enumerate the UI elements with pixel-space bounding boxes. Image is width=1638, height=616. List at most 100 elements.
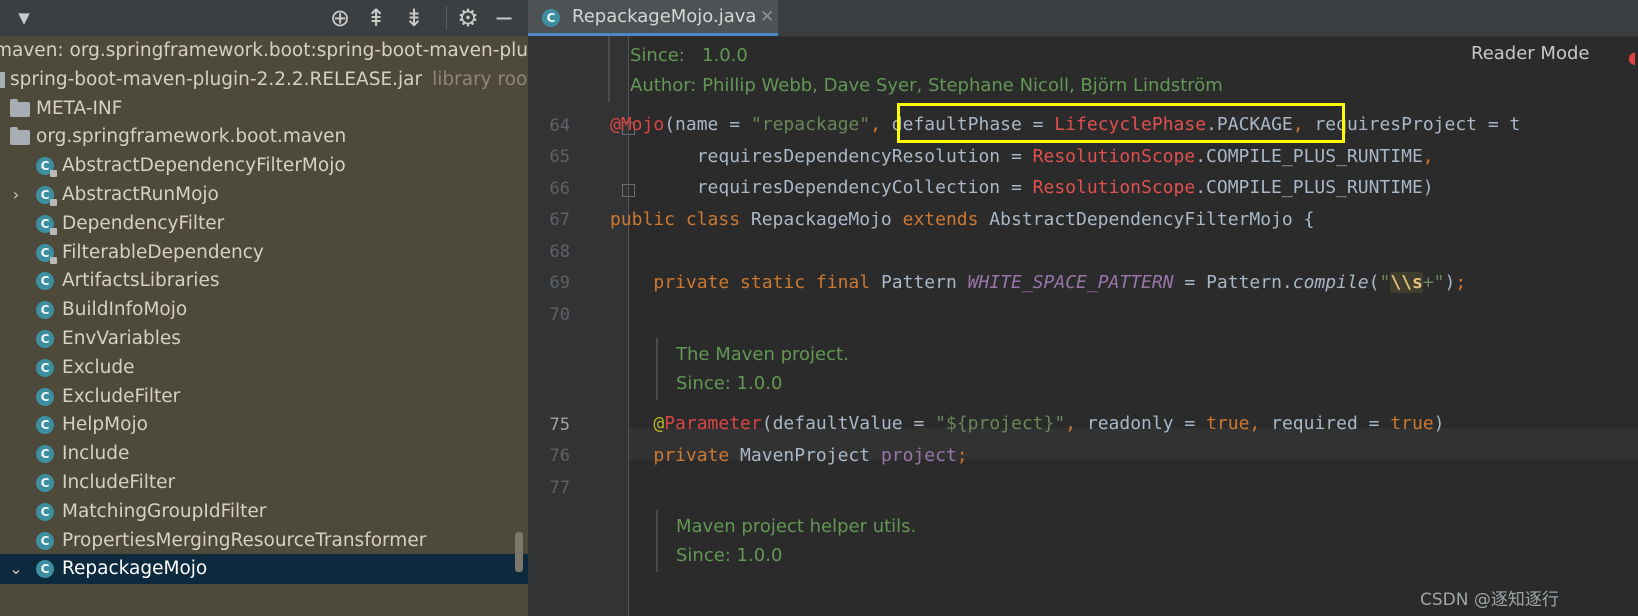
code-line-65: requiresDependencyResolution = Resolutio… [610, 146, 1434, 167]
tree-item-label: FilterableDependency [62, 238, 264, 268]
tree-item[interactable]: C AbstractDependencyFilterMojo [0, 151, 528, 181]
line-number: 64 [549, 116, 570, 136]
tree-item-label: META-INF [36, 94, 122, 124]
tree-item[interactable]: C Include [0, 439, 528, 469]
tree-item[interactable]: C IncludeFilter [0, 468, 528, 498]
tree-item-label: HelpMojo [62, 410, 148, 440]
tree-item[interactable]: › C AbstractRunMojo [0, 180, 528, 210]
line-number: 75 [549, 415, 570, 435]
tree-item-text: ArtifactsLibraries [62, 270, 220, 292]
tree-item[interactable]: C FilterableDependency [0, 238, 528, 268]
tree-item-text: META-INF [36, 97, 123, 119]
tree-item[interactable]: C HelpMojo [0, 410, 528, 440]
dropdown-icon[interactable]: ▼ [10, 4, 38, 32]
tree-item[interactable]: C Exclude [0, 353, 528, 383]
class-icon: C [36, 272, 54, 291]
doc-since: Since: 1.0.0 [630, 45, 748, 66]
tree-item-label: Exclude [62, 353, 134, 383]
toolbar-divider [446, 6, 447, 30]
tree-item-label: BuildInfoMojo [62, 295, 187, 325]
collapse-all-icon[interactable]: ⇟ [400, 4, 428, 32]
tree-item[interactable]: C ArtifactsLibraries [0, 266, 528, 296]
reader-mode-button[interactable]: Reader Mode [1471, 43, 1589, 64]
editor-panel: C RepackageMojo.java ✕ 64 65 66 67 68 69… [528, 0, 1638, 616]
doc-author: Author: Phillip Webb, Dave Syer, Stephan… [630, 75, 1223, 96]
class-icon: C [36, 157, 57, 178]
tree-item[interactable]: META-INF [0, 94, 528, 124]
class-icon: C [36, 301, 54, 320]
line-number: 68 [549, 242, 570, 262]
tree-item-text: BuildInfoMojo [62, 299, 188, 321]
doc-bar [656, 510, 658, 572]
lock-icon [50, 170, 57, 178]
tree-item[interactable]: maven: org.springframework.boot:spring-b… [0, 36, 528, 66]
code-line-66: requiresDependencyCollection = Resolutio… [610, 177, 1434, 198]
line-number: 70 [549, 305, 570, 325]
doc-text: The Maven project. [676, 344, 849, 365]
tree-item-text: PropertiesMergingResourceTransformer [62, 529, 427, 551]
minimize-icon[interactable]: − [490, 4, 518, 32]
tree-item-text: MatchingGroupIdFilter [62, 500, 267, 522]
class-icon: C [36, 387, 54, 406]
tree-item-label: ArtifactsLibraries [62, 266, 219, 296]
close-icon[interactable]: ✕ [760, 0, 774, 34]
tree-item-suffix: library root [432, 68, 528, 90]
tree-item-label: spring-boot-maven-plugin-2.2.2.RELEASE.j… [10, 65, 528, 95]
tree-item-text: DependencyFilter [62, 212, 225, 234]
tree-item-text: Include [62, 443, 130, 465]
line-number: 67 [549, 210, 570, 230]
class-icon: C [36, 186, 57, 206]
tree-item-label: org.springframework.boot.maven [36, 122, 346, 152]
tree-item-text: HelpMojo [62, 414, 148, 436]
tree-item[interactable]: C PropertiesMergingResourceTransformer [0, 526, 528, 556]
tree-item-label: RepackageMojo [62, 554, 207, 584]
tab-label: RepackageMojo.java [572, 6, 757, 27]
locate-icon[interactable]: ⊕ [326, 4, 354, 32]
class-icon: C [36, 416, 54, 435]
tree-item[interactable]: C BuildInfoMojo [0, 295, 528, 325]
class-icon: C [36, 330, 54, 348]
class-icon: C [542, 9, 560, 27]
tree-item-text: IncludeFilter [62, 472, 176, 493]
class-icon: C [36, 243, 57, 264]
project-panel: ▼ ⊕ ⇞ ⇟ ⚙ − maven: org.springframework.b… [0, 0, 528, 616]
error-indicator-icon[interactable]: ◖ [1628, 48, 1636, 67]
doc-text: Maven project helper utils. [676, 516, 917, 537]
tree-item-text: AbstractRunMojo [62, 184, 219, 205]
tree-item[interactable]: ⌄ C RepackageMojo [0, 554, 528, 585]
tree-item[interactable]: C ExcludeFilter [0, 382, 528, 412]
tree-scrollbar[interactable] [515, 532, 523, 572]
tree-item[interactable]: org.springframework.boot.maven [0, 122, 528, 152]
code-line-69: private static final Pattern WHITE_SPACE… [653, 272, 1467, 293]
class-icon: C [36, 358, 54, 377]
tree-item-label: AbstractRunMojo [62, 180, 219, 210]
class-icon: C [36, 560, 54, 579]
tree-item-text: maven: org.springframework.boot:spring-b… [0, 40, 528, 61]
expand-all-icon[interactable]: ⇞ [362, 4, 390, 32]
lock-icon [50, 256, 57, 264]
lock-icon [50, 199, 57, 206]
doc-bar [656, 338, 658, 400]
lock-icon [50, 227, 57, 235]
doc-bar [608, 36, 610, 102]
settings-icon[interactable]: ⚙ [454, 4, 482, 32]
tree-item-label: ExcludeFilter [62, 382, 180, 412]
class-icon: C [36, 531, 54, 550]
tree-item[interactable]: C MatchingGroupIdFilter [0, 497, 528, 527]
line-number: 69 [549, 273, 570, 293]
class-icon: C [36, 214, 57, 235]
tree-item-text: RepackageMojo [62, 558, 208, 580]
folder-icon [10, 98, 30, 117]
tree-item[interactable]: C DependencyFilter [0, 209, 528, 239]
tree-item[interactable]: spring-boot-maven-plugin-2.2.2.RELEASE.j… [0, 65, 528, 95]
chevron-down-icon[interactable]: ⌄ [6, 554, 26, 584]
tree-item-label: IncludeFilter [62, 468, 175, 498]
chevron-right-icon[interactable]: › [6, 180, 26, 210]
class-icon: C [36, 474, 54, 492]
jar-icon [0, 71, 5, 88]
line-number: 76 [549, 446, 570, 466]
tree-item[interactable]: C EnvVariables [0, 324, 528, 354]
tab-repackagemojo[interactable]: C RepackageMojo.java ✕ [528, 0, 778, 36]
code-line-75: @Parameter(defaultValue = "${project}", … [653, 413, 1445, 434]
tree-item-label: AbstractDependencyFilterMojo [62, 151, 346, 181]
